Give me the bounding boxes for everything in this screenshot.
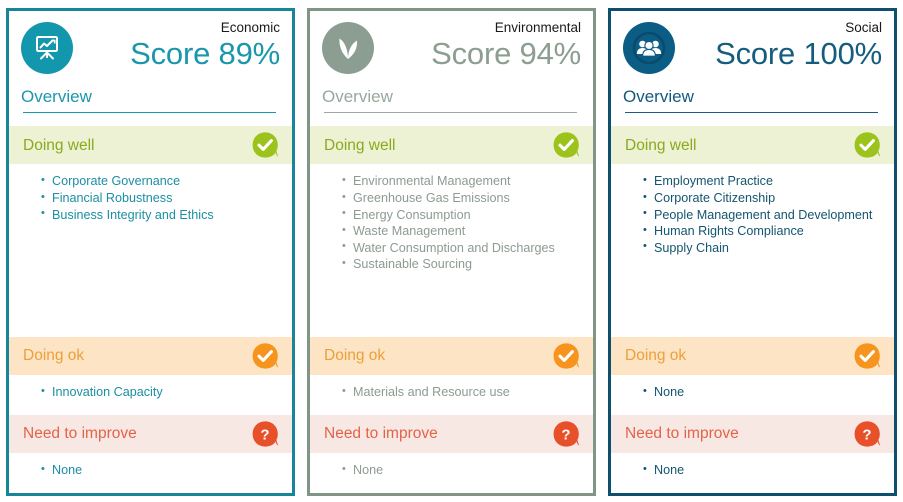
list-item: Human Rights Compliance [643,223,884,239]
score-block: Social Score 100% [675,20,882,71]
panel-header: Social Score 100% Overview [611,11,894,127]
check-bubble-icon [551,130,581,160]
list-item: None [342,461,583,478]
svg-text:?: ? [260,426,269,443]
list-item: Financial Robustness [41,189,282,206]
item-list-need-to-improve: None [611,453,894,493]
item-list-doing-ok: None [611,375,894,415]
check-bubble-icon [551,341,581,371]
status-bar-need-to-improve[interactable]: Need to improve ? [310,415,593,453]
section-need-to-improve: Need to improve ? None [611,415,894,493]
status-bar-doing-ok[interactable]: Doing ok [611,337,894,375]
panel-header: Environmental Score 94% Overview [310,11,593,127]
status-label: Need to improve [625,425,739,443]
scorecard-panel-economic: EconomicScore 89% Overview Doing well Corp… [6,8,295,496]
header-spacer [322,113,581,126]
list-item: Sustainable Sourcing [342,256,583,272]
status-bar-doing-well[interactable]: Doing well [611,126,894,165]
question-bubble-icon: ? [551,419,581,449]
list-item: Corporate Citizenship [643,189,884,206]
list-item: Greenhouse Gas Emissions [342,189,583,206]
score-block: Environmental Score 94% [374,20,581,71]
svg-text:?: ? [561,426,570,443]
status-bar-doing-well[interactable]: Doing well [9,126,292,165]
status-label: Doing ok [324,347,386,365]
scorecard-panel-social: SocialScore 100% Overview Doing well Emplo… [608,8,897,496]
panel-header-top: Economic Score 89% [21,20,280,79]
list-item: Environmental Management [342,173,583,189]
question-bubble-icon: ? [852,419,882,449]
status-label: Need to improve [324,425,438,443]
status-bar-doing-ok[interactable]: Doing ok [310,337,593,375]
list-item: Materials and Resource use [342,383,583,400]
list-item: Waste Management [342,223,583,239]
presentation-chart-icon [21,22,73,74]
status-label: Doing ok [23,347,85,365]
score-value: Score 94% [431,35,581,71]
item-list-need-to-improve: None [9,453,292,493]
item-list-need-to-improve: None [310,453,593,493]
list-item: Energy Consumption [342,206,583,223]
section-doing-well: Doing well Corporate GovernanceFinancial… [9,126,292,337]
list-item: None [41,461,282,478]
status-label: Need to improve [23,425,137,443]
list-item: Innovation Capacity [41,383,282,400]
status-label: Doing well [324,136,396,154]
overview-label: Overview [322,87,393,106]
item-list-doing-ok: Materials and Resource use [310,375,593,415]
item-list-doing-ok: Innovation Capacity [9,375,292,415]
list-item: None [643,383,884,400]
section-doing-ok: Doing ok Innovation Capacity [9,337,292,415]
status-label: Doing ok [625,347,687,365]
check-bubble-icon [250,130,280,160]
status-label: Doing well [625,136,697,154]
score-value: Score 100% [715,35,882,71]
list-item: None [643,461,884,478]
section-doing-well: Doing well Environmental ManagementGreen… [310,126,593,337]
status-bar-doing-well[interactable]: Doing well [310,126,593,165]
status-bar-doing-ok[interactable]: Doing ok [9,337,292,375]
list-item: Employment Practice [643,173,884,189]
category-name: Economic [220,20,280,35]
section-doing-ok: Doing ok Materials and Resource use [310,337,593,415]
list-item: Business Integrity and Ethics [41,206,282,223]
status-bar-need-to-improve[interactable]: Need to improve ? [611,415,894,453]
panel-header: Economic Score 89% Overview [9,11,292,127]
section-doing-well: Doing well Employment PracticeCorporate … [611,126,894,337]
people-group-icon [623,22,675,74]
list-item: Water Consumption and Discharges [342,239,583,256]
overview-label: Overview [623,87,694,106]
status-label: Doing well [23,136,95,154]
status-bar-need-to-improve[interactable]: Need to improve ? [9,415,292,453]
check-bubble-icon [250,341,280,371]
header-spacer [21,113,280,126]
item-list-doing-well: Environmental ManagementGreenhouse Gas E… [310,164,593,277]
item-list-doing-well: Corporate GovernanceFinancial Robustness… [9,164,292,227]
category-name: Environmental [494,20,581,35]
section-need-to-improve: Need to improve ? None [310,415,593,493]
overview-label: Overview [21,87,92,106]
score-block: Economic Score 89% [73,20,280,71]
header-spacer [623,113,882,126]
panel-header-top: Social Score 100% [623,20,882,79]
score-value: Score 89% [130,35,280,71]
list-item: People Management and Development [643,206,884,223]
category-name: Social [845,20,882,35]
panel-header-top: Environmental Score 94% [322,20,581,79]
esg-scorecard-board: EconomicScore 89% Overview Doing well Corp… [0,0,903,502]
section-need-to-improve: Need to improve ? None [9,415,292,493]
check-bubble-icon [852,130,882,160]
leaf-sprout-icon [322,22,374,74]
check-bubble-icon [852,341,882,371]
section-doing-ok: Doing ok None [611,337,894,415]
list-item: Supply Chain [643,239,884,256]
svg-text:?: ? [862,426,871,443]
list-item: Corporate Governance [41,173,282,189]
question-bubble-icon: ? [250,419,280,449]
scorecard-panel-environmental: Environmental Score 94% Overview Doing well… [307,8,596,496]
item-list-doing-well: Employment PracticeCorporate Citizenship… [611,164,894,260]
